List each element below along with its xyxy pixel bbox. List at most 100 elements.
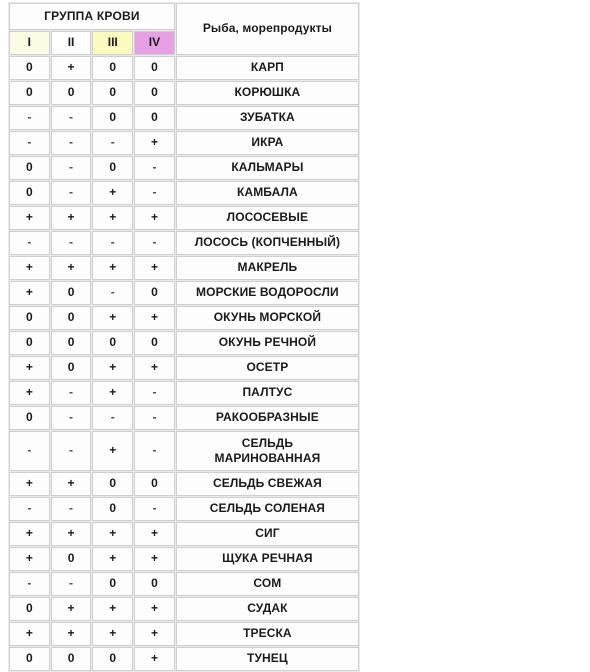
table-row: +0 + + ЩУКА РЕЧНАЯ [9, 547, 359, 571]
compatibility-cell: + [134, 647, 175, 671]
compatibility-cell: - [50, 572, 92, 596]
compatibility-cell: + [134, 622, 175, 646]
compatibility-cell: + [9, 522, 50, 546]
compatibility-cell: 0 [50, 281, 92, 305]
compatibility-cell: - [134, 156, 175, 180]
compatibility-cell: - [50, 156, 92, 180]
table-row: +0 + + ОСЕТР [9, 356, 359, 380]
compatibility-cell: 0 [92, 81, 134, 105]
blood-group-header-ii: II [50, 31, 92, 55]
product-name-cell: ПАЛТУС [175, 381, 359, 405]
compatibility-cell: + [92, 306, 134, 330]
product-category-title: Рыба, морепродукты [175, 3, 359, 55]
compatibility-cell: 0 [134, 56, 175, 80]
compatibility-cell: - [50, 231, 92, 255]
product-name-cell: РАКООБРАЗНЫЕ [175, 406, 359, 430]
blood-group-header-i: I [9, 31, 50, 55]
product-name-cell: СЕЛЬДЬ СОЛЕНАЯ [175, 497, 359, 521]
product-name-cell: КОРЮШКА [175, 81, 359, 105]
table-row: + + + + ЛОСОСЕВЫЕ [9, 206, 359, 230]
compatibility-cell: - [50, 131, 92, 155]
compatibility-cell: 0 [9, 406, 50, 430]
compatibility-cell: 0 [92, 647, 134, 671]
compatibility-cell: - [50, 497, 92, 521]
compatibility-cell: 0 [134, 331, 175, 355]
compatibility-cell: + [50, 597, 92, 621]
compatibility-cell: 0 [134, 281, 175, 305]
table-row: 0 0 0 0 КОРЮШКА [9, 81, 359, 105]
blood-group-title: ГРУППА КРОВИ [9, 3, 175, 30]
product-name-cell: СИГ [175, 522, 359, 546]
compatibility-cell: + [134, 206, 175, 230]
product-name-cell: СОМ [175, 572, 359, 596]
product-name-cell: КАРП [175, 56, 359, 80]
compatibility-cell: + [134, 597, 175, 621]
compatibility-cell: 0 [50, 647, 92, 671]
compatibility-cell: + [50, 622, 92, 646]
blood-group-header-iii: III [92, 31, 134, 55]
product-name-line: МАРИНОВАННАЯ [214, 451, 321, 465]
compatibility-cell: + [92, 547, 134, 571]
compatibility-cell: 0 [134, 106, 175, 130]
compatibility-cell: 0 [50, 356, 92, 380]
compatibility-cell: 0 [50, 81, 92, 105]
compatibility-cell: 0 [50, 331, 92, 355]
compatibility-cell: 0 [134, 81, 175, 105]
compatibility-cell: 0 [92, 56, 134, 80]
compatibility-cell: 0 [50, 306, 92, 330]
compatibility-cell: - [134, 406, 175, 430]
compatibility-cell: + [92, 522, 134, 546]
header-row-title: ГРУППА КРОВИ Рыба, морепродукты [9, 3, 359, 55]
table-row: + - + - ПАЛТУС [9, 381, 359, 405]
compatibility-cell: - [50, 106, 92, 130]
compatibility-cell: - [50, 431, 92, 471]
compatibility-cell: + [9, 206, 50, 230]
compatibility-cell: + [92, 356, 134, 380]
table-row: 0 0 0 + ТУНЕЦ [9, 647, 359, 671]
product-name-cell: МАКРЕЛЬ [175, 256, 359, 280]
compatibility-cell: + [9, 547, 50, 571]
compatibility-cell: + [9, 256, 50, 280]
compatibility-cell: + [50, 472, 92, 496]
table-row: 0 0 0 0 ОКУНЬ РЕЧНОЙ [9, 331, 359, 355]
table-row: 0-0- КАЛЬМАРЫ [9, 156, 359, 180]
compatibility-cell: + [134, 306, 175, 330]
blood-group-food-table: ГРУППА КРОВИ Рыба, морепродукты I II III IV… [8, 2, 360, 672]
compatibility-cell: 0 [9, 306, 50, 330]
compatibility-cell: - [9, 106, 50, 130]
blood-group-header-iv: IV [134, 31, 175, 55]
product-name-cell: ТУНЕЦ [175, 647, 359, 671]
table-sheet: ГРУППА КРОВИ Рыба, морепродукты I II III IV… [0, 0, 590, 672]
table-row: + + + + ТРЕСКА [9, 622, 359, 646]
table-row: +0-0 МОРСКИЕ ВОДОРОСЛИ [9, 281, 359, 305]
table-header: ГРУППА КРОВИ Рыба, морепродукты I II III IV [9, 3, 359, 55]
product-name-cell: СЕЛЬДЬ СВЕЖАЯ [175, 472, 359, 496]
compatibility-cell: + [134, 356, 175, 380]
compatibility-cell: 0 [134, 572, 175, 596]
table-row: - - - - ЛОСОСЬ (КОПЧЕННЫЙ) [9, 231, 359, 255]
table-row: - -0 0 СОМ [9, 572, 359, 596]
compatibility-cell: + [92, 181, 134, 205]
compatibility-cell: 0 [92, 497, 134, 521]
compatibility-cell: 0 [92, 106, 134, 130]
compatibility-cell: + [92, 622, 134, 646]
product-name-cell: ОКУНЬ МОРСКОЙ [175, 306, 359, 330]
compatibility-cell: + [134, 522, 175, 546]
compatibility-cell: + [9, 381, 50, 405]
product-name-cell: ЛОСОСЬ (КОПЧЕННЫЙ) [175, 231, 359, 255]
product-name-cell: ОКУНЬ РЕЧНОЙ [175, 331, 359, 355]
compatibility-cell: + [9, 356, 50, 380]
compatibility-cell: - [92, 406, 134, 430]
product-name-cell: ОСЕТР [175, 356, 359, 380]
compatibility-cell: 0 [9, 156, 50, 180]
table-row: + + + + СИГ [9, 522, 359, 546]
compatibility-cell: + [92, 431, 134, 471]
product-name-cell: ЗУБАТКА [175, 106, 359, 130]
compatibility-cell: - [50, 406, 92, 430]
table-row: 0 0 + + ОКУНЬ МОРСКОЙ [9, 306, 359, 330]
table-row: - - + - СЕЛЬДЬ МАРИНОВАННАЯ [9, 431, 359, 471]
compatibility-cell: - [134, 381, 175, 405]
compatibility-cell: + [50, 206, 92, 230]
table-row: - -0- СЕЛЬДЬ СОЛЕНАЯ [9, 497, 359, 521]
compatibility-cell: - [9, 572, 50, 596]
